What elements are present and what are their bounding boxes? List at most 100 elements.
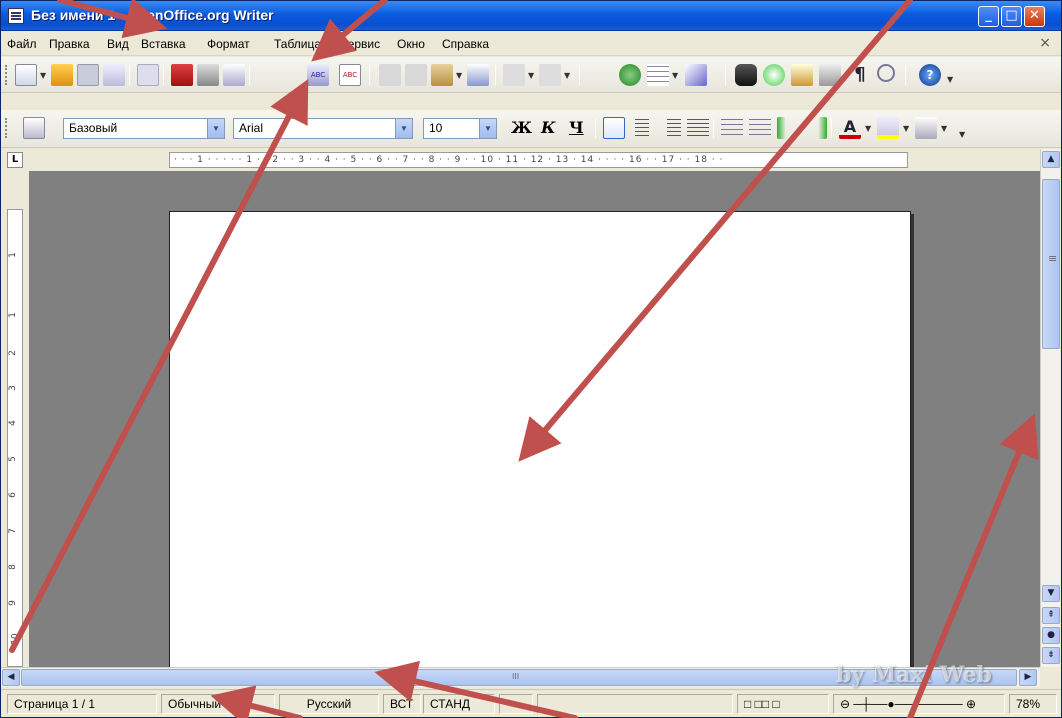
font-color-dropdown-icon[interactable]: ▼ — [865, 124, 871, 133]
maximize-button[interactable]: □ — [1001, 6, 1022, 27]
pilcrow-icon[interactable]: ¶ — [849, 64, 871, 86]
undo-dropdown-icon[interactable]: ▼ — [528, 71, 534, 80]
menu-help[interactable]: Справка — [442, 37, 489, 51]
vertical-scroll-thumb[interactable] — [1042, 179, 1060, 349]
copy-icon[interactable] — [405, 64, 427, 86]
next-page-icon[interactable]: ⇟ — [1042, 647, 1060, 664]
zoom-slider[interactable]: ⊖ ─┼──●──────── ⊕ — [833, 694, 1005, 714]
minimize-button[interactable]: _ — [978, 6, 999, 27]
menu-table[interactable]: Таблица — [274, 37, 321, 51]
status-signature[interactable] — [537, 694, 733, 714]
edit-file-icon[interactable] — [137, 64, 159, 86]
align-center-icon[interactable] — [631, 117, 653, 139]
highlight-icon[interactable] — [877, 117, 899, 139]
menu-file[interactable]: Файл — [7, 37, 37, 51]
navigation-icon[interactable]: ● — [1042, 627, 1060, 644]
table-icon[interactable] — [647, 64, 669, 86]
numbering-icon[interactable] — [721, 117, 743, 139]
align-right-icon[interactable] — [659, 117, 681, 139]
increase-indent-icon[interactable] — [805, 117, 827, 139]
close-button[interactable]: ✕ — [1024, 6, 1045, 27]
status-insert-mode[interactable]: ВСТ — [383, 694, 421, 714]
zoom-icon[interactable] — [877, 64, 895, 82]
menu-view[interactable]: Вид — [107, 37, 129, 51]
document-page[interactable] — [169, 211, 911, 671]
redo-dropdown-icon[interactable]: ▼ — [564, 71, 570, 80]
paste-dropdown-icon[interactable]: ▼ — [456, 71, 462, 80]
document-area[interactable] — [29, 171, 1040, 671]
view-layout-icons[interactable]: □ □□ □ — [737, 694, 829, 714]
toolbar-options-icon[interactable]: ▼ — [947, 75, 953, 84]
scroll-up-icon[interactable]: ▲ — [1042, 151, 1060, 168]
spellcheck-icon[interactable]: ABC — [307, 64, 329, 86]
bold-button[interactable]: Ж — [511, 118, 532, 137]
navigator-icon[interactable] — [763, 64, 785, 86]
tab-stop-icon[interactable]: L — [7, 152, 23, 168]
font-name-select[interactable]: Arial ▼ — [233, 118, 413, 139]
paste-icon[interactable] — [431, 64, 453, 86]
italic-button[interactable]: К — [541, 118, 556, 137]
font-color-icon[interactable]: A — [839, 117, 861, 139]
autospellcheck-icon[interactable]: ABC — [339, 64, 361, 86]
draw-functions-icon[interactable] — [685, 64, 707, 86]
writer-app-icon[interactable] — [8, 8, 24, 24]
undo-icon[interactable] — [503, 64, 525, 86]
close-document-icon[interactable]: × — [1039, 35, 1051, 51]
menu-edit[interactable]: Правка — [49, 37, 90, 51]
data-sources-icon[interactable] — [819, 64, 841, 86]
status-selection-mode[interactable]: СТАНД — [423, 694, 495, 714]
bullets-icon[interactable] — [749, 117, 771, 139]
hyperlink-icon[interactable] — [619, 64, 641, 86]
status-page[interactable]: Страница 1 / 1 — [7, 694, 157, 714]
open-folder-icon[interactable] — [51, 64, 73, 86]
styles-formatting-icon[interactable] — [23, 117, 45, 139]
title-bar[interactable]: Без имени 1 - OpenOffice.org Writer _ □ … — [1, 1, 1061, 31]
table-dropdown-icon[interactable]: ▼ — [672, 71, 678, 80]
new-dropdown-icon[interactable]: ▼ — [40, 71, 46, 80]
horizontal-ruler[interactable]: · · · 1 · · · · · 1 · · 2 · · 3 · · 4 · … — [169, 152, 908, 168]
zoom-level[interactable]: 78% — [1009, 694, 1057, 714]
decrease-indent-icon[interactable] — [777, 117, 799, 139]
formatting-toolbar: Базовый ▼ Arial ▼ 10 ▼ Ж К Ч A ▼ ▼ ▼ ▼ — [1, 110, 1061, 148]
chevron-down-icon[interactable]: ▼ — [207, 119, 224, 138]
font-size-select[interactable]: 10 ▼ — [423, 118, 497, 139]
gallery-icon[interactable] — [791, 64, 813, 86]
previous-page-icon[interactable]: ⇞ — [1042, 607, 1060, 624]
chevron-down-icon[interactable]: ▼ — [479, 119, 496, 138]
print-preview-icon[interactable] — [223, 64, 245, 86]
print-icon[interactable] — [197, 64, 219, 86]
export-pdf-icon[interactable] — [171, 64, 193, 86]
vertical-ruler[interactable]: 1 1 2 3 4 5 6 7 8 9 10 — [7, 209, 23, 667]
status-language[interactable]: Русский — [279, 694, 379, 714]
email-icon[interactable] — [103, 64, 125, 86]
menu-format[interactable]: Формат — [207, 37, 250, 51]
align-left-icon[interactable] — [603, 117, 625, 139]
find-replace-icon[interactable] — [735, 64, 757, 86]
toolbar-options-icon[interactable]: ▼ — [959, 130, 965, 139]
justify-icon[interactable] — [687, 117, 709, 139]
help-icon[interactable]: ? — [919, 64, 941, 86]
format-paintbrush-icon[interactable] — [467, 64, 489, 86]
menu-window[interactable]: Окно — [397, 37, 425, 51]
cut-icon[interactable] — [379, 64, 401, 86]
new-document-icon[interactable] — [15, 64, 37, 86]
scroll-left-icon[interactable]: ◀ — [2, 669, 20, 686]
status-page-style[interactable]: Обычный — [161, 694, 275, 714]
scroll-down-icon[interactable]: ▼ — [1042, 585, 1060, 602]
menu-insert[interactable]: Вставка — [141, 37, 186, 51]
status-modified[interactable] — [499, 694, 533, 714]
background-color-icon[interactable] — [915, 117, 937, 139]
redo-icon[interactable] — [539, 64, 561, 86]
paragraph-style-select[interactable]: Базовый ▼ — [63, 118, 225, 139]
underline-button[interactable]: Ч — [569, 118, 584, 137]
background-dropdown-icon[interactable]: ▼ — [941, 124, 947, 133]
chevron-down-icon[interactable]: ▼ — [395, 119, 412, 138]
toolbar-grip[interactable] — [5, 65, 9, 85]
menu-tools[interactable]: Сервис — [339, 37, 380, 51]
scroll-right-icon[interactable]: ▶ — [1019, 669, 1037, 686]
toolbar-grip[interactable] — [5, 118, 9, 138]
vertical-scrollbar[interactable]: ▲ ▼ ⇞ ● ⇟ — [1040, 149, 1060, 667]
separator — [713, 118, 714, 138]
highlight-dropdown-icon[interactable]: ▼ — [903, 124, 909, 133]
save-icon[interactable] — [77, 64, 99, 86]
